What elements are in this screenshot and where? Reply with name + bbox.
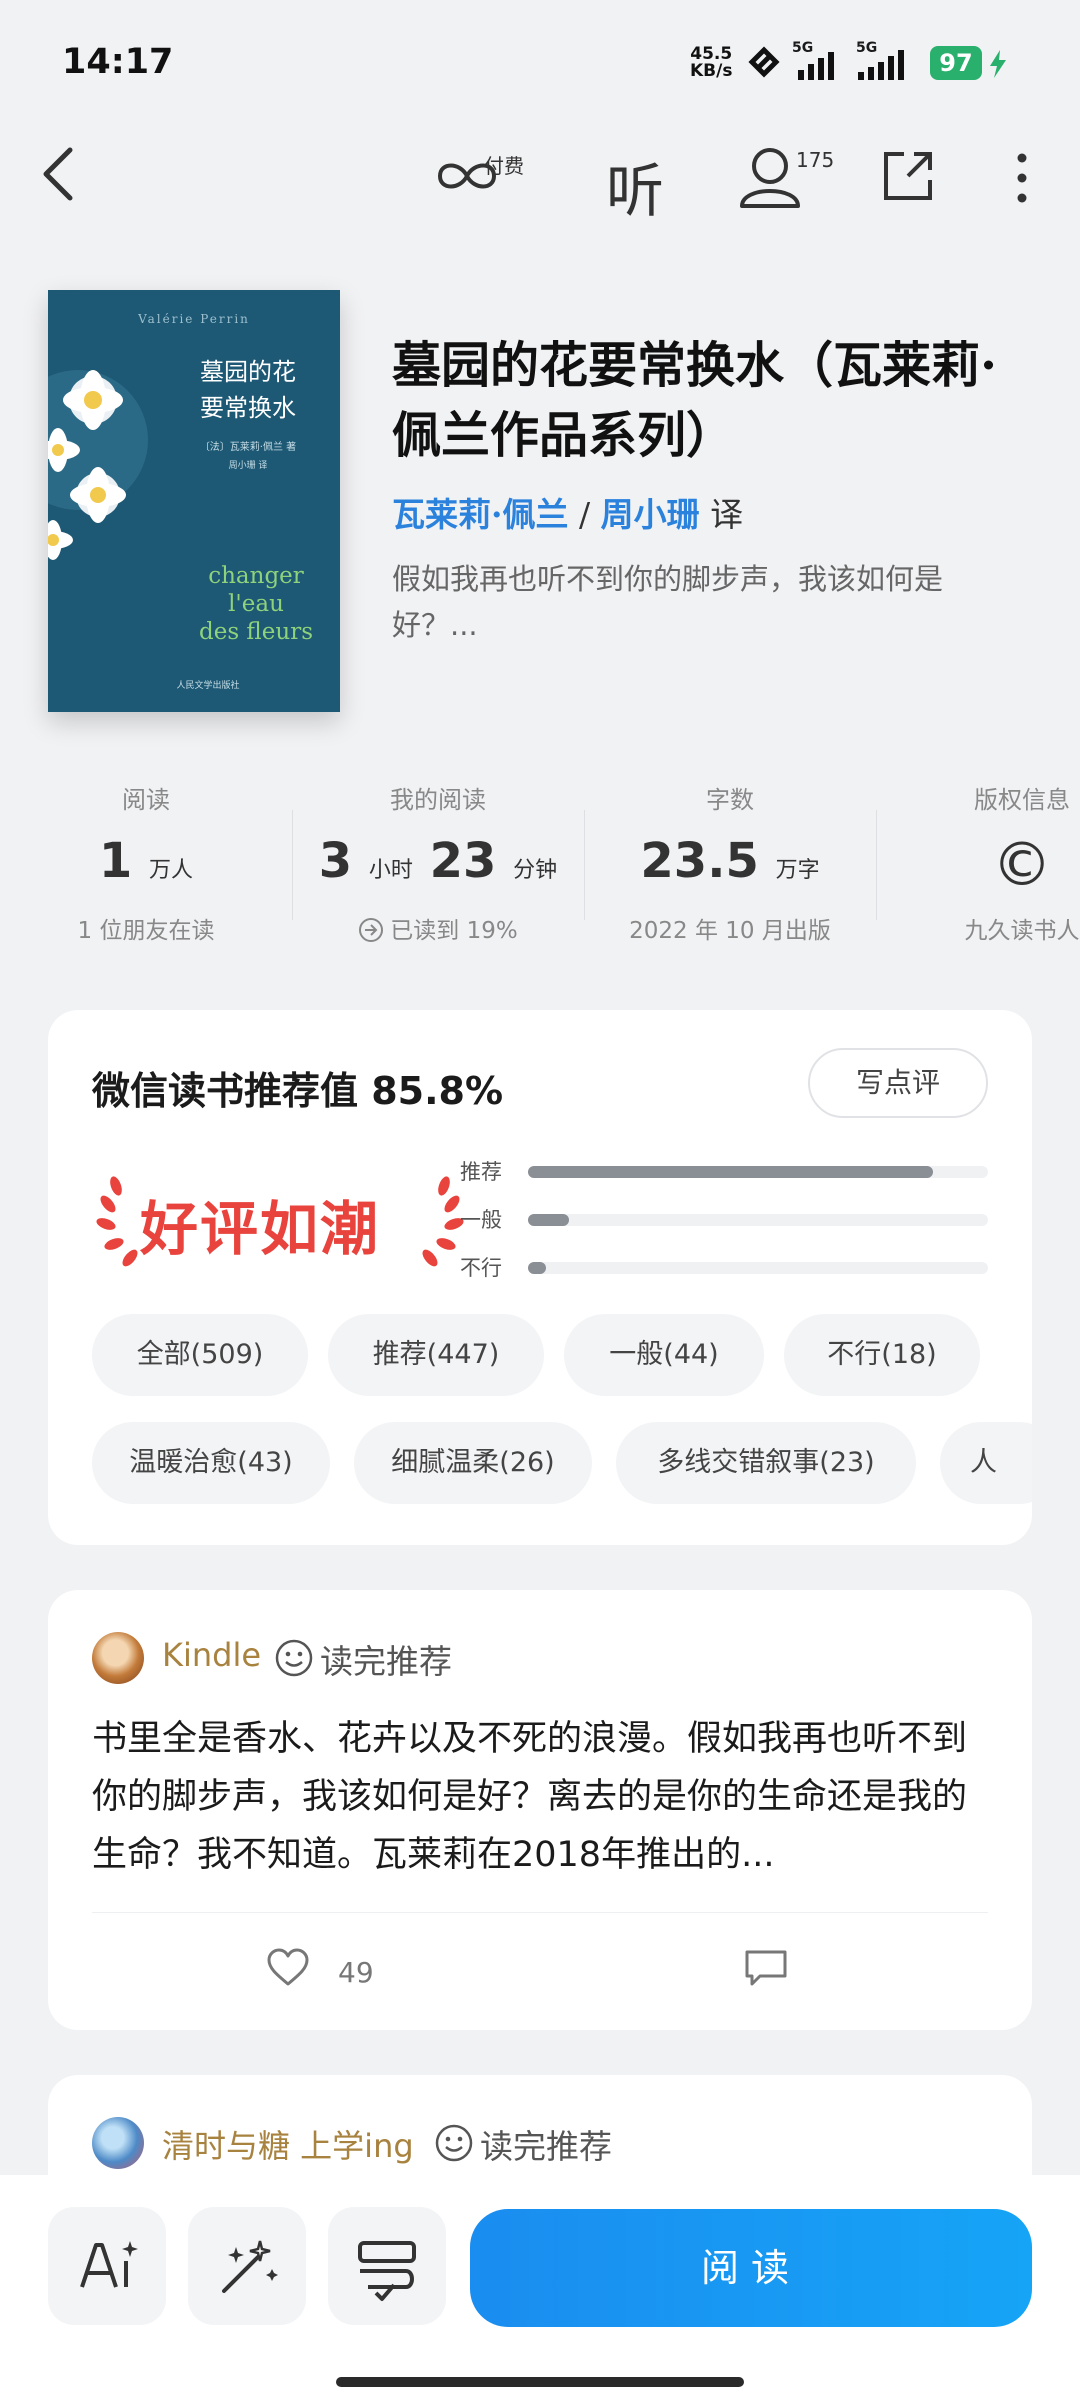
smile-icon	[435, 2124, 473, 2162]
stat-sub: 2022 年 10 月出版	[629, 918, 831, 944]
rating-bar-row: 一般	[460, 1198, 1000, 1246]
tag-chip[interactable]: 多线交错叙事(23)	[616, 1422, 916, 1504]
bar-fill	[528, 1214, 570, 1226]
stat-sub: 已读到 19%	[292, 911, 584, 945]
rating-bars: 推荐 一般 不行	[460, 1150, 1000, 1294]
stat-value: 1 万人	[98, 833, 194, 889]
bar-fill	[528, 1262, 547, 1274]
review-tag: 读完推荐	[320, 1642, 452, 1681]
review-card[interactable]: Kindle 读完推荐 书里全是香水、花卉以及不死的浪漫。假如我再也听不到你的脚…	[48, 1590, 1032, 2030]
review-text[interactable]: 书里全是香水、花卉以及不死的浪漫。假如我再也听不到你的脚步声，我该如何是好？离去…	[92, 1710, 982, 1884]
copyright-icon: ©	[992, 830, 1052, 900]
bar-label: 推荐	[460, 1160, 502, 1184]
read-button[interactable]: 阅读	[470, 2209, 1032, 2327]
translator-suffix: 译	[710, 495, 744, 534]
author-link[interactable]: 瓦莱莉·佩兰	[392, 495, 569, 534]
magic-wand-icon	[222, 2240, 278, 2293]
notes-icon	[358, 2241, 416, 2301]
cover-french-title: changer l'eau des fleurs	[198, 563, 313, 645]
divider	[92, 1912, 988, 1913]
bottom-bar: 阅读	[0, 2175, 1080, 2403]
ai-button[interactable]	[48, 2207, 166, 2325]
translator-link[interactable]: 周小珊	[601, 495, 700, 534]
stat-word-count: 字数 23.5 万字 2022 年 10 月出版	[584, 770, 876, 950]
rating-badge: 好评如潮	[90, 1168, 470, 1268]
stat-label: 字数	[706, 786, 754, 814]
badge-text: 好评如潮	[140, 1195, 381, 1263]
signal-icon-1	[798, 52, 834, 80]
stat-sub: 1 位朋友在读	[77, 918, 215, 944]
tag-chip[interactable]: 细腻温柔(26)	[354, 1422, 592, 1504]
stat-label: 版权信息	[974, 786, 1070, 814]
reviewer-name[interactable]: 清时与糖 上学ing	[162, 2121, 414, 2167]
filter-chips: 全部(509) 推荐(447) 一般(44) 不行(18)	[92, 1314, 1032, 1396]
smile-icon	[275, 1639, 313, 1677]
book-cover[interactable]: Valérie Perrin 墓园的花 要常换水 〔法〕瓦莱莉·佩兰 著 周小珊…	[48, 290, 340, 712]
cover-publisher: 人民文学出版社	[176, 681, 240, 691]
share-icon[interactable]	[880, 148, 936, 204]
stats-row: 阅读 1 万人 1 位朋友在读 我的阅读 3 小时 23 分钟 已读到 19% …	[0, 770, 1080, 950]
battery-indicator: 97	[930, 46, 982, 80]
cover-title: 墓园的花 要常换水	[200, 358, 296, 422]
comment-icon[interactable]	[744, 1948, 788, 1988]
book-authors: 瓦莱莉·佩兰 / 周小珊 译	[392, 488, 743, 536]
stat-value: 23.5 万字	[640, 833, 820, 889]
home-indicator[interactable]	[336, 2377, 744, 2387]
listen-button[interactable]: 听	[606, 144, 664, 228]
bar-fill	[528, 1166, 933, 1178]
progress-arrow-icon	[359, 918, 384, 942]
avatar[interactable]	[92, 1632, 144, 1684]
author-separator: /	[579, 495, 591, 534]
book-title: 墓园的花要常换水（瓦莱莉·佩兰作品系列）	[392, 336, 998, 464]
status-bar: 14:17 45.5 KB/s 5G 5G 97	[0, 0, 1080, 120]
avatar[interactable]	[92, 2117, 144, 2169]
back-icon[interactable]	[36, 144, 84, 204]
cover-author-latin: Valérie Perrin	[138, 312, 250, 326]
magic-button[interactable]	[188, 2207, 306, 2325]
readers-icon[interactable]	[738, 146, 802, 208]
write-review-button[interactable]: 写点评	[808, 1048, 988, 1118]
bar-label: 一般	[460, 1208, 502, 1232]
stat-sub: 九久读书人	[964, 918, 1080, 944]
ai-icon	[80, 2241, 138, 2288]
rating-bar-row: 不行	[460, 1246, 1000, 1294]
recommend-score: 微信读书推荐值 85.8%	[92, 1069, 504, 1113]
filter-chip-recommend[interactable]: 推荐(447)	[328, 1314, 544, 1396]
status-time: 14:17	[62, 42, 174, 82]
signal-icon-2	[858, 50, 904, 80]
charging-icon	[990, 50, 1006, 78]
bar-track	[528, 1262, 988, 1274]
book-blurb[interactable]: 假如我再也听不到你的脚步声，我该如何是好？...	[392, 556, 992, 648]
heart-icon[interactable]	[266, 1948, 310, 1988]
tag-chip[interactable]: 温暖治愈(43)	[92, 1422, 330, 1504]
data-saver-icon	[748, 46, 780, 78]
stat-value: 3 小时 23 分钟	[318, 833, 558, 889]
top-nav: 付费 听 175	[0, 130, 1080, 230]
stat-readers[interactable]: 阅读 1 万人 1 位朋友在读	[0, 770, 292, 950]
filter-chip-neutral[interactable]: 一般(44)	[564, 1314, 764, 1396]
rating-card: 微信读书推荐值 85.8% 写点评 好评如潮 推荐 一般 不行 全部(509) …	[48, 1010, 1032, 1545]
paid-label[interactable]: 付费	[484, 150, 524, 179]
more-icon[interactable]	[1010, 150, 1034, 206]
tag-chip[interactable]: 人	[940, 1422, 1032, 1504]
tag-chips: 温暖治愈(43) 细腻温柔(26) 多线交错叙事(23) 人	[92, 1422, 1032, 1504]
stat-copyright[interactable]: 版权信息 © 九久读书人	[876, 770, 1080, 950]
filter-chip-bad[interactable]: 不行(18)	[784, 1314, 980, 1396]
notes-button[interactable]	[328, 2207, 446, 2325]
review-tag: 读完推荐	[480, 2127, 612, 2166]
network-speed: 45.5 KB/s	[690, 44, 733, 81]
bar-track	[528, 1214, 988, 1226]
rating-bar-row: 推荐	[460, 1150, 1000, 1198]
stat-my-reading[interactable]: 我的阅读 3 小时 23 分钟 已读到 19%	[292, 770, 584, 950]
filter-chip-all[interactable]: 全部(509)	[92, 1314, 308, 1396]
like-count: 49	[338, 1956, 374, 1989]
bar-label: 不行	[460, 1256, 502, 1280]
cover-translator: 周小珊 译	[228, 461, 268, 471]
stat-label: 阅读	[122, 786, 170, 814]
stat-label: 我的阅读	[390, 786, 486, 814]
reviewer-name[interactable]: Kindle	[162, 1636, 261, 1674]
cover-author: 〔法〕瓦莱莉·佩兰 著	[199, 442, 297, 453]
bar-track	[528, 1166, 988, 1178]
readers-count: 175	[796, 148, 835, 172]
